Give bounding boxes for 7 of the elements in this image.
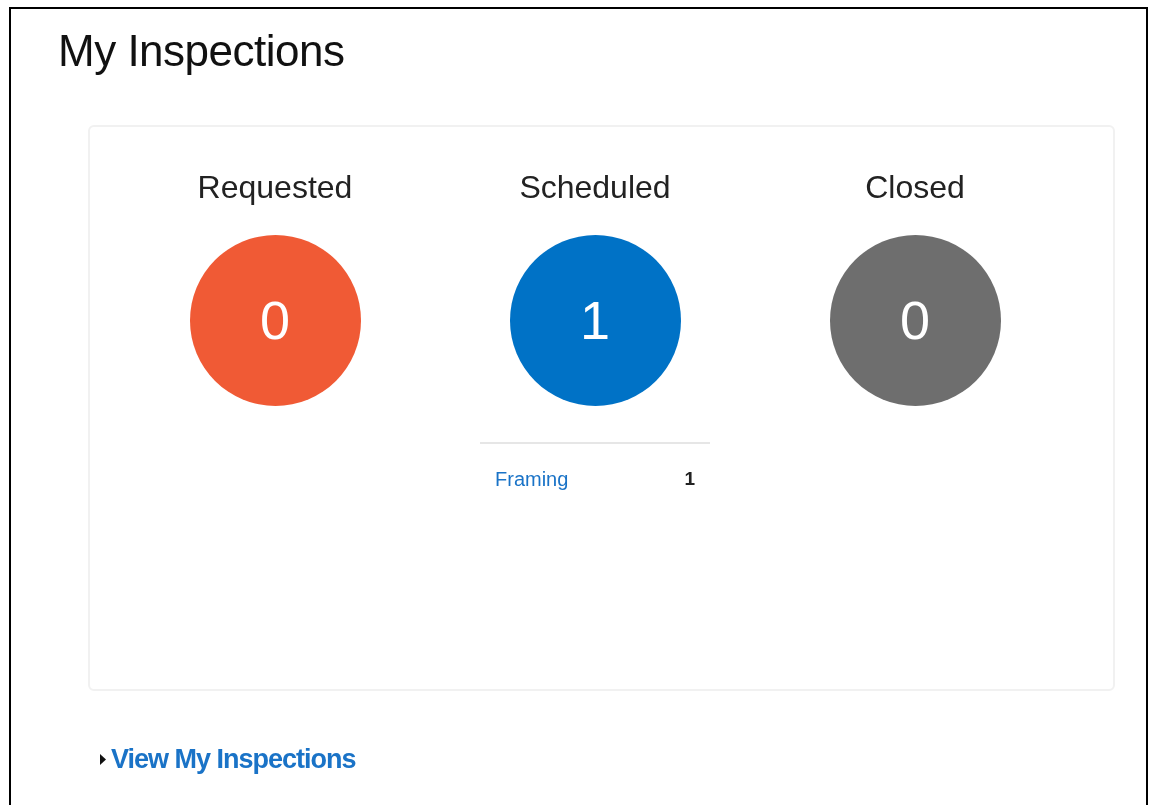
inspection-type-link[interactable]: Framing	[495, 464, 569, 494]
page-title: My Inspections	[58, 25, 345, 77]
view-inspections-link[interactable]: View My Inspections	[111, 739, 356, 780]
status-label: Closed	[865, 168, 965, 207]
status-label: Requested	[197, 168, 353, 207]
status-label: Scheduled	[519, 168, 671, 207]
inspection-count: 1	[684, 466, 695, 491]
